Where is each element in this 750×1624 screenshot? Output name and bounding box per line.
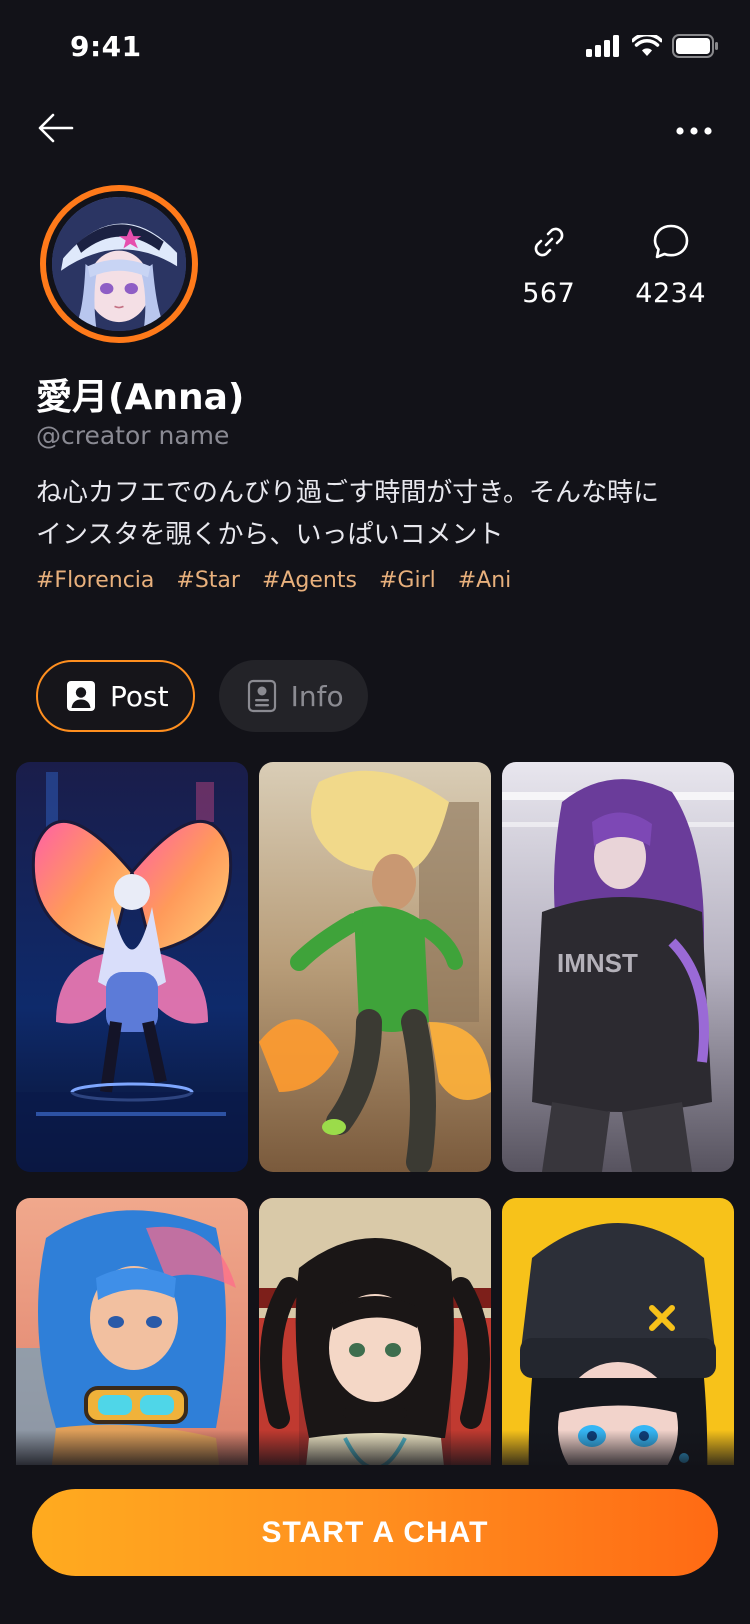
posts-grid: IMNST xyxy=(16,762,734,1465)
stat-comments-value: 4234 xyxy=(635,278,706,309)
profile-bio: ね心カフエでのんびり過ごす時間が寸き。そんな時にインスタを覗くから、いっぱいコメ… xyxy=(36,478,659,550)
tab-post-label: Post xyxy=(110,679,169,713)
top-nav xyxy=(0,96,750,186)
wifi-icon xyxy=(631,32,663,61)
tag-florencia[interactable]: #Florencia xyxy=(36,568,154,593)
post-thumbnail[interactable] xyxy=(502,1198,734,1465)
contact-card-icon xyxy=(245,679,279,713)
svg-text:IMNST: IMNST xyxy=(557,948,638,978)
stat-links[interactable]: 567 xyxy=(522,222,575,309)
tab-info[interactable]: Info xyxy=(218,660,368,732)
tag-agents[interactable]: #Agents xyxy=(262,568,357,593)
start-chat-button[interactable]: START A CHAT xyxy=(32,1489,718,1576)
tag-star[interactable]: #Star xyxy=(176,568,240,593)
profile-stats: 567 4234 xyxy=(522,222,706,309)
profile-tabs: Post Info xyxy=(36,660,368,732)
status-bar: 9:41 xyxy=(0,0,750,96)
signal-icon xyxy=(586,35,622,61)
status-time: 9:41 xyxy=(70,30,142,63)
status-icons xyxy=(586,32,718,62)
avatar[interactable] xyxy=(52,197,186,331)
post-thumbnail[interactable] xyxy=(259,762,491,1172)
post-thumbnail[interactable] xyxy=(16,1198,248,1465)
back-button[interactable] xyxy=(36,110,76,150)
tag-list: #Florencia #Star #Agents #Girl #Ani xyxy=(36,568,511,593)
chat-bubble-icon xyxy=(651,222,691,266)
profile-username: @creator name xyxy=(36,421,230,450)
tab-post[interactable]: Post xyxy=(36,660,195,732)
post-thumbnail[interactable]: ☆ xyxy=(259,1198,491,1465)
link-icon xyxy=(529,222,569,266)
user-portrait-icon xyxy=(64,679,98,713)
more-horizontal-icon xyxy=(675,121,713,140)
more-button[interactable] xyxy=(674,118,714,142)
profile-screen: 9:41 567 4234 愛月(Anna) @creator name ね心カ… xyxy=(0,0,750,1624)
tab-info-label: Info xyxy=(290,679,344,713)
post-thumbnail[interactable] xyxy=(16,762,248,1172)
battery-icon xyxy=(672,34,718,62)
stat-comments[interactable]: 4234 xyxy=(635,222,706,309)
stat-links-value: 567 xyxy=(522,278,576,309)
post-thumbnail[interactable]: IMNST xyxy=(502,762,734,1172)
tag-ani[interactable]: #Ani xyxy=(458,568,512,593)
arrow-left-icon xyxy=(38,113,74,147)
avatar-ring xyxy=(40,185,198,343)
profile-name: 愛月(Anna) xyxy=(36,377,245,418)
tag-girl[interactable]: #Girl xyxy=(379,568,436,593)
